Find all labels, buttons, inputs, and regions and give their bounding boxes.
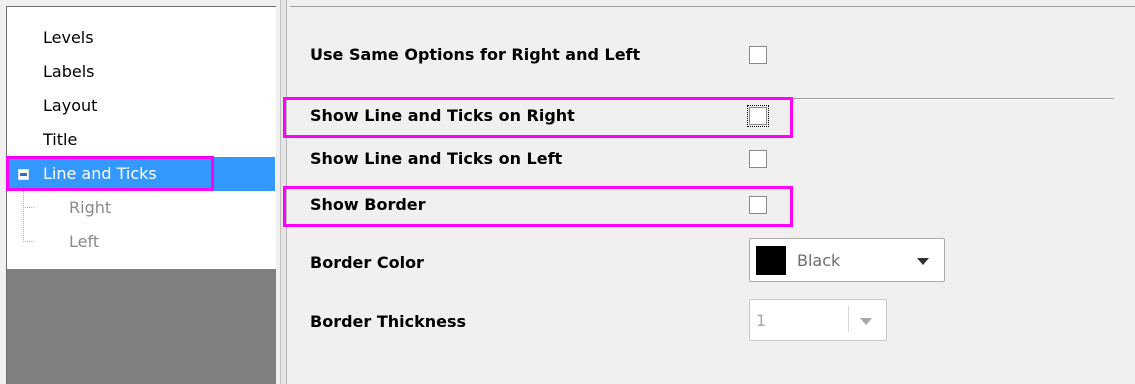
- same-options-label: Use Same Options for Right and Left: [310, 45, 641, 64]
- border-color-label: Border Color: [310, 253, 424, 272]
- tree-item-title[interactable]: Title: [43, 123, 77, 157]
- border-color-value: Black: [797, 251, 841, 270]
- chevron-down-icon: [860, 318, 872, 325]
- border-thickness-value: 1: [756, 311, 767, 330]
- tree-list: Levels Labels Layout Title Line and Tick…: [7, 7, 276, 269]
- show-left-label: Show Line and Ticks on Left: [310, 149, 563, 168]
- show-right-checkbox[interactable]: [747, 105, 769, 127]
- color-swatch: [756, 246, 786, 275]
- same-options-checkbox[interactable]: [749, 46, 767, 64]
- show-right-label: Show Line and Ticks on Right: [310, 106, 575, 125]
- tree-item-right[interactable]: Right: [69, 191, 111, 225]
- dropdown-divider: [848, 306, 849, 332]
- tree-connector-line: [23, 207, 34, 242]
- border-thickness-dropdown[interactable]: 1: [749, 299, 887, 341]
- tree-item-layout[interactable]: Layout: [43, 89, 97, 123]
- tree-item-labels[interactable]: Labels: [43, 55, 95, 89]
- show-border-label: Show Border: [310, 195, 426, 214]
- chevron-down-icon: [917, 258, 929, 265]
- highlight-box-tree: [6, 156, 214, 191]
- border-color-dropdown[interactable]: Black: [749, 238, 945, 282]
- tree-item-left[interactable]: Left: [69, 225, 99, 259]
- tree-connector-line: [23, 191, 34, 208]
- tree-item-levels[interactable]: Levels: [43, 21, 94, 55]
- tree-panel: Levels Labels Layout Title Line and Tick…: [6, 6, 276, 384]
- show-left-checkbox[interactable]: [749, 150, 767, 168]
- border-thickness-label: Border Thickness: [310, 312, 467, 331]
- top-border: [290, 6, 1135, 7]
- show-border-checkbox[interactable]: [749, 196, 767, 214]
